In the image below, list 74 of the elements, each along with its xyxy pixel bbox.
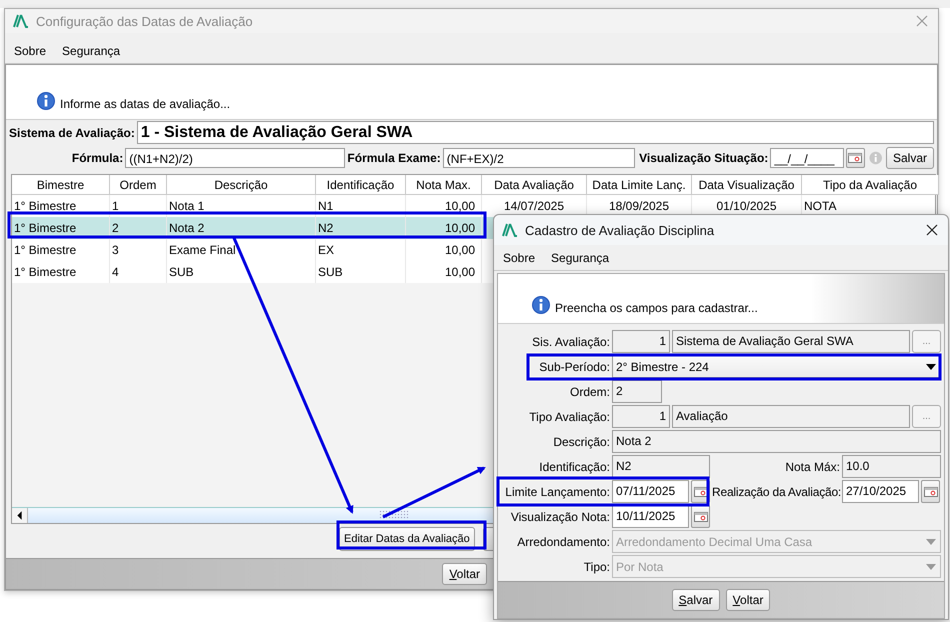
close-icon: [926, 224, 938, 236]
info-icon: [868, 150, 882, 164]
input-field[interactable]: 10.0: [842, 455, 941, 478]
dropdown-value: Arredondamento Decimal Uma Casa: [616, 534, 812, 548]
input-field[interactable]: Sistema de Avaliação Geral SWA: [672, 330, 910, 353]
calendar-button[interactable]: [921, 480, 940, 503]
back-button[interactable]: Voltar: [442, 563, 487, 585]
field-label: Fórmula:: [70, 150, 124, 164]
date-field[interactable]: __/__/____: [770, 148, 844, 168]
menu-item[interactable]: Sobre: [503, 250, 536, 264]
dialog-button[interactable]: Salvar: [672, 589, 720, 611]
dropdown-arrow-icon: [926, 538, 936, 544]
field-label: Fórmula Exame:: [347, 150, 441, 164]
info-icon: [36, 91, 56, 111]
input-field[interactable]: Avaliação: [672, 405, 910, 428]
calendar-icon: [924, 486, 938, 496]
menu-item[interactable]: Sobre: [14, 44, 46, 58]
field-label: Ordem:: [568, 384, 610, 398]
dropdown[interactable]: 2° Bimestre - 224: [612, 355, 941, 378]
field-label: Visualização Nota:: [510, 510, 610, 524]
calendar-icon: [694, 486, 708, 496]
dropdown-arrow-icon: [926, 364, 936, 370]
calendar-icon: [848, 152, 862, 162]
info-message: Informe as datas de avaliação...: [60, 97, 230, 111]
column-header[interactable]: Identificação: [316, 175, 406, 195]
formula-field[interactable]: (NF+EX)/2: [442, 148, 636, 168]
dialog-button[interactable]: Voltar: [726, 589, 770, 611]
dropdown-value: Por Nota: [616, 560, 664, 574]
menu-item[interactable]: Segurança: [551, 250, 610, 264]
field-label: Realização da Avaliação:: [712, 484, 840, 498]
column-header[interactable]: Descrição: [167, 175, 316, 195]
field-label: Sub-Período:: [538, 360, 610, 374]
column-header[interactable]: Ordem: [110, 175, 167, 195]
column-header[interactable]: Data Visualização: [692, 175, 802, 195]
field-label: Sistema de Avaliação:: [9, 126, 135, 140]
input-field[interactable]: Nota 2: [612, 430, 941, 453]
date-field[interactable]: 27/10/2025: [842, 480, 919, 503]
save-button[interactable]: Salvar: [886, 146, 934, 168]
column-header[interactable]: Bimestre: [12, 175, 110, 195]
date-field[interactable]: 07/11/2025: [612, 480, 689, 503]
menu-item[interactable]: Segurança: [62, 44, 120, 58]
input-field[interactable]: 2: [612, 380, 662, 403]
column-header[interactable]: Tipo da Avaliação: [802, 175, 939, 195]
close-icon: [916, 15, 928, 27]
field-label: Nota Máx:: [784, 460, 840, 474]
date-field[interactable]: 10/11/2025: [612, 505, 689, 528]
calendar-icon: [694, 512, 708, 522]
field-label: Identificação:: [538, 460, 610, 474]
field-label: Arredondamento:: [516, 534, 610, 548]
code-field[interactable]: 1: [612, 405, 670, 428]
field-label: Sis. Avaliação:: [531, 334, 610, 348]
dropdown-value: 2° Bimestre - 224: [616, 360, 709, 374]
field-label: Visualização Situação:: [639, 150, 768, 164]
window-title: Configuração das Datas de Avaliação: [36, 14, 254, 28]
field-label: Tipo Avaliação:: [528, 410, 610, 424]
field-label: Tipo:: [582, 560, 610, 574]
input-field[interactable]: N2: [612, 455, 710, 478]
column-header[interactable]: Data Limite Lanç.: [587, 175, 692, 195]
system-field[interactable]: 1 - Sistema de Avaliação Geral SWA: [136, 121, 934, 144]
column-header[interactable]: Nota Max.: [406, 175, 482, 195]
logo-icon: [13, 14, 29, 28]
info-icon: [531, 295, 551, 315]
scroll-thumb[interactable]: [379, 510, 409, 520]
info-message: Preencha os campos para cadastrar...: [555, 301, 758, 315]
formula-field[interactable]: ((N1+N2)/2): [125, 148, 346, 168]
field-label: Descrição:: [552, 434, 610, 448]
calendar-button[interactable]: [846, 148, 865, 168]
code-field[interactable]: 1: [612, 330, 670, 353]
column-header[interactable]: Data Avaliação: [482, 175, 587, 195]
window-title: Cadastro de Avaliação Disciplina: [525, 222, 716, 238]
logo-icon: [502, 223, 518, 237]
calendar-button[interactable]: [691, 505, 710, 528]
dropdown-arrow-icon: [926, 564, 936, 570]
field-label: Limite Lançamento:: [504, 484, 610, 498]
